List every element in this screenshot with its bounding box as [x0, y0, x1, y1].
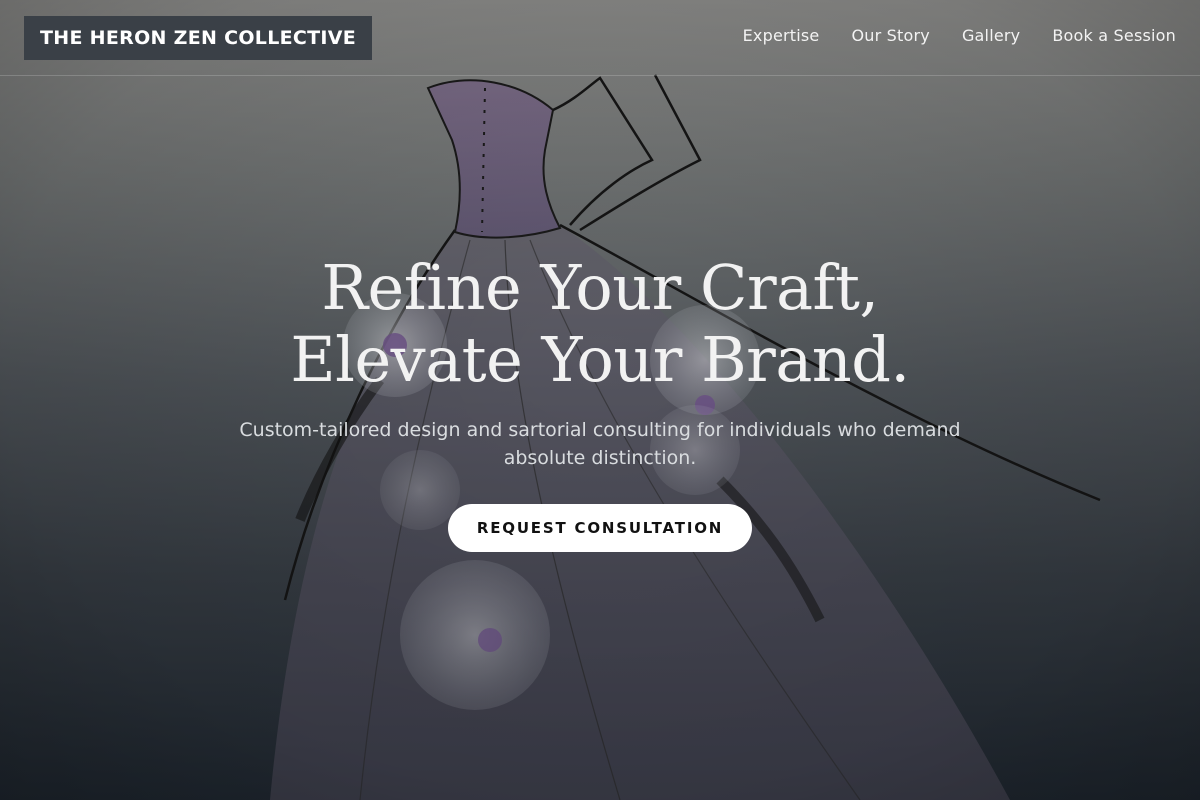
brand-logo[interactable]: THE HERON ZEN COLLECTIVE [24, 16, 373, 60]
hero-headline: Refine Your Craft, Elevate Your Brand. [0, 252, 1200, 396]
hero-subtext: Custom-tailored design and sartorial con… [239, 419, 961, 469]
request-consultation-button[interactable]: REQUEST CONSULTATION [448, 504, 752, 552]
primary-nav: Expertise Our Story Gallery Book a Sessi… [743, 26, 1176, 45]
hero-content: Refine Your Craft, Elevate Your Brand. C… [0, 252, 1200, 552]
nav-link-gallery[interactable]: Gallery [962, 26, 1020, 45]
top-navbar: THE HERON ZEN COLLECTIVE Expertise Our S… [0, 0, 1200, 76]
nav-link-expertise[interactable]: Expertise [743, 26, 820, 45]
hero-headline-line-1: Refine Your Craft, [321, 251, 879, 324]
nav-link-book-session[interactable]: Book a Session [1052, 26, 1176, 45]
nav-link-our-story[interactable]: Our Story [851, 26, 929, 45]
hero-headline-line-2: Elevate Your Brand. [290, 323, 910, 396]
